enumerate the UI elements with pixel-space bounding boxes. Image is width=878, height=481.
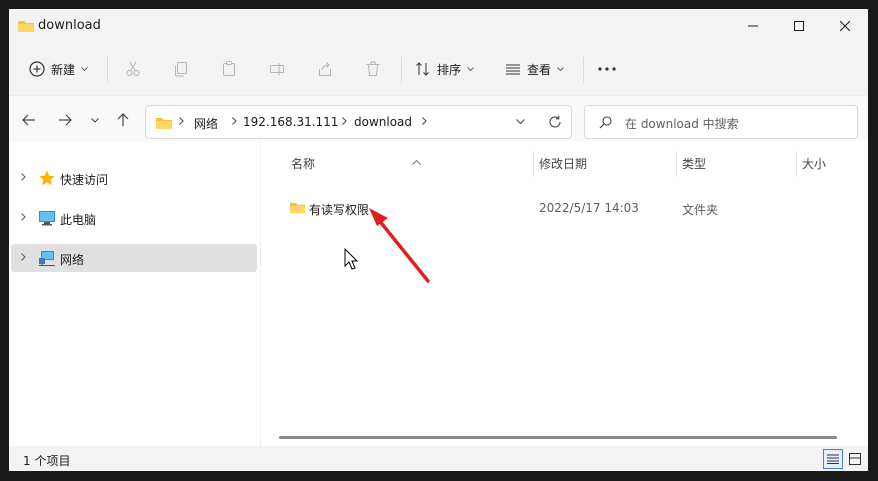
navigation-pane: 快速访问 此电脑 网络 [9, 141, 261, 446]
arrow-up-icon [117, 113, 129, 126]
maximize-button[interactable] [776, 9, 822, 43]
chevron-down-icon [91, 117, 99, 123]
address-bar[interactable]: 网络 192.168.31.111 download [145, 105, 572, 139]
column-header-modified[interactable]: 修改日期 [539, 155, 587, 172]
column-header-name[interactable]: 名称 [291, 155, 315, 172]
column-divider[interactable] [796, 151, 797, 177]
column-divider[interactable] [533, 151, 534, 177]
separator [401, 57, 402, 83]
list-view-icon [506, 64, 520, 75]
arrow-right-icon [59, 114, 72, 126]
sidebar-item-network[interactable]: 网络 [11, 244, 257, 272]
more-button[interactable] [598, 49, 616, 89]
share-icon [319, 62, 331, 76]
explorer-body: 快速访问 此电脑 网络 名称 修改日期 类型 大小 有读写权限 2022/5/1… [9, 141, 868, 446]
close-icon [840, 21, 850, 31]
sort-ascending-icon [412, 160, 421, 165]
up-button[interactable] [111, 108, 135, 132]
search-input[interactable]: 在 download 中搜索 [625, 115, 739, 132]
file-modified: 2022/5/17 14:03 [539, 201, 639, 215]
folder-icon [156, 118, 172, 129]
file-list: 名称 修改日期 类型 大小 有读写权限 2022/5/17 14:03 文件夹 [261, 141, 868, 446]
copy-icon [175, 62, 187, 77]
minimize-button[interactable] [730, 9, 776, 43]
column-header-type[interactable]: 类型 [682, 155, 706, 172]
view-button[interactable]: 查看 [505, 49, 564, 89]
table-row[interactable]: 有读写权限 2022/5/17 14:03 文件夹 [275, 196, 865, 220]
column-divider[interactable] [676, 151, 677, 177]
chevron-right-icon[interactable] [21, 213, 26, 221]
close-button[interactable] [822, 9, 868, 43]
paste-button[interactable] [221, 49, 237, 89]
recent-locations-button[interactable] [83, 108, 107, 132]
separator [107, 57, 108, 83]
navigation-bar: 网络 192.168.31.111 download 在 download 中搜… [9, 95, 868, 142]
chevron-right-icon [422, 117, 427, 125]
network-icon [39, 251, 55, 266]
arrow-left-icon [22, 114, 35, 126]
search-box[interactable]: 在 download 中搜索 [584, 105, 858, 139]
chevron-right-icon [179, 117, 184, 125]
horizontal-scrollbar[interactable] [279, 436, 837, 439]
breadcrumb-download[interactable]: download [354, 115, 412, 129]
large-icons-view-button[interactable] [845, 449, 865, 469]
sidebar-item-quick-access[interactable]: 快速访问 [11, 164, 257, 192]
forward-button[interactable] [53, 108, 77, 132]
details-view-button[interactable] [823, 449, 843, 469]
window-title: download [38, 18, 101, 33]
chevron-right-icon [342, 117, 347, 125]
chevron-right-icon[interactable] [21, 173, 26, 181]
copy-button[interactable] [173, 49, 189, 89]
breadcrumb-network[interactable]: 网络 [194, 115, 218, 132]
sidebar-item-this-pc[interactable]: 此电脑 [11, 204, 257, 232]
computer-icon [39, 211, 55, 226]
folder-icon [18, 21, 34, 32]
rename-icon [270, 63, 284, 75]
file-explorer-window: download 新建 排序 查看 网络 192.168.31.111 down… [9, 9, 868, 471]
rename-button[interactable] [269, 49, 285, 89]
chevron-right-icon [232, 117, 237, 125]
chevron-down-icon [557, 66, 564, 71]
file-name: 有读写权限 [309, 203, 370, 217]
title-bar: download [9, 9, 868, 43]
sidebar-item-label: 快速访问 [60, 173, 109, 187]
address-history-chevron-icon[interactable] [516, 119, 525, 125]
item-count: 1 个项目 [23, 454, 71, 468]
new-button[interactable]: 新建 [29, 49, 88, 89]
sort-label: 排序 [437, 62, 462, 77]
sort-button[interactable]: 排序 [415, 49, 474, 89]
column-header-size[interactable]: 大小 [802, 155, 826, 172]
breadcrumb-host[interactable]: 192.168.31.111 [243, 115, 338, 129]
tiles-view-icon [849, 453, 861, 465]
command-bar: 新建 排序 查看 [9, 49, 868, 89]
paste-icon [223, 61, 235, 76]
status-bar: 1 个项目 [9, 446, 868, 471]
chevron-right-icon[interactable] [21, 253, 26, 261]
delete-button[interactable] [365, 49, 381, 89]
more-icon [598, 67, 616, 71]
search-icon [599, 116, 612, 129]
sidebar-item-label: 网络 [60, 253, 85, 267]
share-button[interactable] [317, 49, 333, 89]
details-view-icon [827, 454, 839, 464]
minimize-icon [748, 25, 758, 27]
refresh-icon[interactable] [548, 115, 562, 129]
sidebar-item-label: 此电脑 [60, 213, 97, 227]
new-label: 新建 [51, 62, 76, 77]
star-icon [39, 170, 55, 186]
cut-button[interactable] [125, 49, 141, 89]
separator [583, 57, 584, 83]
chevron-down-icon [467, 66, 474, 71]
scissors-icon [126, 61, 140, 76]
file-type: 文件夹 [682, 203, 719, 217]
maximize-icon [794, 21, 804, 31]
folder-icon [290, 202, 305, 214]
plus-circle-icon [29, 61, 45, 77]
back-button[interactable] [17, 108, 41, 132]
chevron-down-icon [81, 66, 88, 71]
trash-icon [366, 61, 380, 76]
sort-icon [416, 62, 429, 76]
view-label: 查看 [527, 62, 552, 77]
